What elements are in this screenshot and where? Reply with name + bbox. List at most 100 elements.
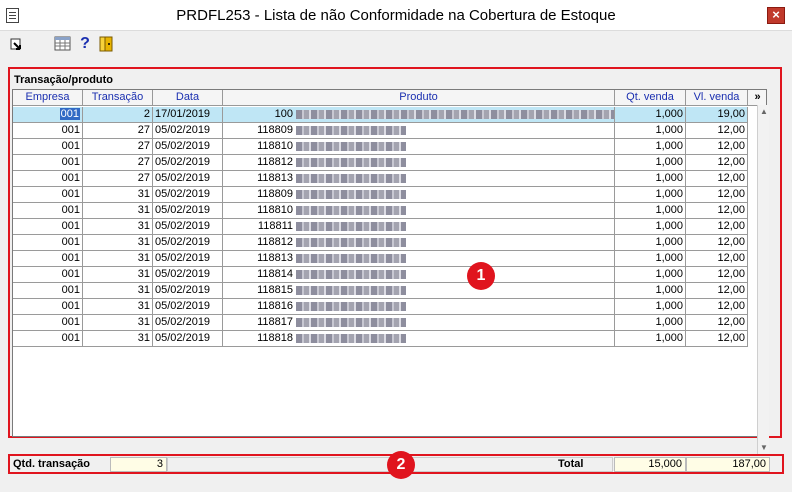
cell-transacao: 31 bbox=[83, 331, 153, 347]
help-icon[interactable]: ? bbox=[76, 35, 94, 53]
cell-qt-venda-value: 1,000 bbox=[655, 140, 683, 152]
cell-empresa-value: 001 bbox=[61, 172, 80, 184]
more-columns-button[interactable]: » bbox=[748, 90, 766, 106]
cell-transacao: 31 bbox=[83, 235, 153, 251]
cell-vl-venda-value: 12,00 bbox=[717, 284, 745, 296]
cell-data-value: 05/02/2019 bbox=[155, 188, 211, 200]
cell-transacao: 31 bbox=[83, 187, 153, 203]
cell-empresa-value: 001 bbox=[59, 108, 80, 120]
table-row[interactable]: 001 31 05/02/2019 118813 1,000 12,00 bbox=[13, 251, 766, 267]
cell-vl-venda: 12,00 bbox=[686, 187, 748, 203]
cell-produto: 118809 bbox=[223, 123, 615, 139]
cell-transacao: 27 bbox=[83, 155, 153, 171]
cell-transacao: 27 bbox=[83, 139, 153, 155]
cell-vl-venda-value: 12,00 bbox=[717, 124, 745, 136]
cell-vl-venda: 12,00 bbox=[686, 235, 748, 251]
cell-transacao: 31 bbox=[83, 267, 153, 283]
cell-transacao-value: 27 bbox=[137, 156, 150, 168]
col-header-qt-venda[interactable]: Qt. venda bbox=[615, 90, 686, 106]
cell-qt-venda-value: 1,000 bbox=[655, 236, 683, 248]
cell-vl-venda-value: 12,00 bbox=[717, 252, 745, 264]
table-row[interactable]: 001 31 05/02/2019 118817 1,000 12,00 bbox=[13, 315, 766, 331]
cell-vl-venda-value: 12,00 bbox=[717, 188, 745, 200]
cell-transacao-value: 31 bbox=[137, 236, 150, 248]
vertical-scrollbar[interactable]: ▲ ▼ bbox=[757, 105, 769, 455]
window-title: PRDFL253 - Lista de não Conformidade na … bbox=[176, 7, 616, 24]
table-row[interactable]: 001 31 05/02/2019 118810 1,000 12,00 bbox=[13, 203, 766, 219]
qtd-transacao-value: 3 bbox=[110, 457, 167, 472]
table-row[interactable]: 001 31 05/02/2019 118812 1,000 12,00 bbox=[13, 235, 766, 251]
product-code: 118810 bbox=[257, 204, 293, 216]
cell-data: 05/02/2019 bbox=[153, 123, 223, 139]
cell-qt-venda: 1,000 bbox=[615, 235, 686, 251]
cell-empresa-value: 001 bbox=[61, 252, 80, 264]
table-row[interactable]: 001 31 05/02/2019 118816 1,000 12,00 bbox=[13, 299, 766, 315]
table-row[interactable]: 001 27 05/02/2019 118809 1,000 12,00 bbox=[13, 123, 766, 139]
cell-vl-venda: 12,00 bbox=[686, 283, 748, 299]
table-row[interactable]: 001 27 05/02/2019 118812 1,000 12,00 bbox=[13, 155, 766, 171]
cell-empresa: 001 bbox=[13, 283, 83, 299]
table-row[interactable]: 001 2 17/01/2019 100 1,000 19,00 bbox=[13, 107, 766, 123]
cell-vl-venda-value: 12,00 bbox=[717, 220, 745, 232]
title-bar: PRDFL253 - Lista de não Conformidade na … bbox=[0, 0, 792, 31]
scroll-up-icon[interactable]: ▲ bbox=[759, 107, 769, 117]
cell-transacao-value: 31 bbox=[137, 268, 150, 280]
col-header-transacao[interactable]: Transação bbox=[83, 90, 153, 106]
close-button[interactable]: × bbox=[767, 7, 785, 24]
cell-data: 05/02/2019 bbox=[153, 251, 223, 267]
cell-data-value: 05/02/2019 bbox=[155, 284, 211, 296]
cell-transacao-value: 31 bbox=[137, 284, 150, 296]
table-row[interactable]: 001 31 05/02/2019 118814 1,000 12,00 bbox=[13, 267, 766, 283]
cell-data-value: 05/02/2019 bbox=[155, 204, 211, 216]
scroll-down-icon[interactable]: ▼ bbox=[759, 443, 769, 453]
col-header-produto[interactable]: Produto bbox=[223, 90, 615, 106]
cell-vl-venda-value: 19,00 bbox=[717, 108, 745, 120]
cell-data: 05/02/2019 bbox=[153, 219, 223, 235]
cell-qt-venda: 1,000 bbox=[615, 299, 686, 315]
exit-door-icon[interactable] bbox=[98, 35, 116, 53]
cell-empresa-value: 001 bbox=[61, 236, 80, 248]
export-icon[interactable] bbox=[8, 35, 26, 53]
grid-icon[interactable] bbox=[54, 35, 72, 53]
cell-data: 05/02/2019 bbox=[153, 187, 223, 203]
col-header-empresa[interactable]: Empresa bbox=[13, 90, 83, 106]
cell-vl-venda-value: 12,00 bbox=[717, 300, 745, 312]
table-row[interactable]: 001 31 05/02/2019 118815 1,000 12,00 bbox=[13, 283, 766, 299]
redacted-product-name bbox=[296, 253, 406, 263]
cell-empresa: 001 bbox=[13, 315, 83, 331]
cell-vl-venda: 12,00 bbox=[686, 315, 748, 331]
cell-transacao-value: 31 bbox=[137, 316, 150, 328]
cell-data-value: 05/02/2019 bbox=[155, 172, 211, 184]
redacted-product-name bbox=[296, 269, 406, 279]
redacted-product-name bbox=[296, 221, 406, 231]
col-header-vl-venda[interactable]: Vl. venda bbox=[686, 90, 748, 106]
cell-data: 05/02/2019 bbox=[153, 331, 223, 347]
col-header-data[interactable]: Data bbox=[153, 90, 223, 106]
redacted-product-name bbox=[296, 237, 406, 247]
cell-vl-venda: 12,00 bbox=[686, 123, 748, 139]
product-code: 118815 bbox=[257, 284, 293, 296]
cell-empresa-value: 001 bbox=[61, 124, 80, 136]
table-row[interactable]: 001 27 05/02/2019 118813 1,000 12,00 bbox=[13, 171, 766, 187]
annotation-badge-1: 1 bbox=[467, 262, 495, 290]
cell-vl-venda-value: 12,00 bbox=[717, 140, 745, 152]
table-row[interactable]: 001 27 05/02/2019 118810 1,000 12,00 bbox=[13, 139, 766, 155]
cell-produto: 118810 bbox=[223, 203, 615, 219]
cell-transacao-value: 27 bbox=[137, 124, 150, 136]
product-code: 118817 bbox=[257, 316, 293, 328]
table-row[interactable]: 001 31 05/02/2019 118818 1,000 12,00 bbox=[13, 331, 766, 347]
cell-transacao: 31 bbox=[83, 219, 153, 235]
cell-empresa: 001 bbox=[13, 139, 83, 155]
cell-data: 05/02/2019 bbox=[153, 283, 223, 299]
cell-empresa: 001 bbox=[13, 299, 83, 315]
product-code: 118809 bbox=[257, 188, 293, 200]
cell-vl-venda: 12,00 bbox=[686, 331, 748, 347]
cell-data-value: 05/02/2019 bbox=[155, 316, 211, 328]
group-label: Transação/produto bbox=[14, 74, 114, 86]
data-grid[interactable]: Empresa Transação Data Produto Qt. venda… bbox=[12, 89, 767, 437]
product-code: 100 bbox=[274, 108, 293, 120]
redacted-product-name bbox=[296, 157, 406, 167]
table-row[interactable]: 001 31 05/02/2019 118809 1,000 12,00 bbox=[13, 187, 766, 203]
cell-transacao: 31 bbox=[83, 299, 153, 315]
table-row[interactable]: 001 31 05/02/2019 118811 1,000 12,00 bbox=[13, 219, 766, 235]
